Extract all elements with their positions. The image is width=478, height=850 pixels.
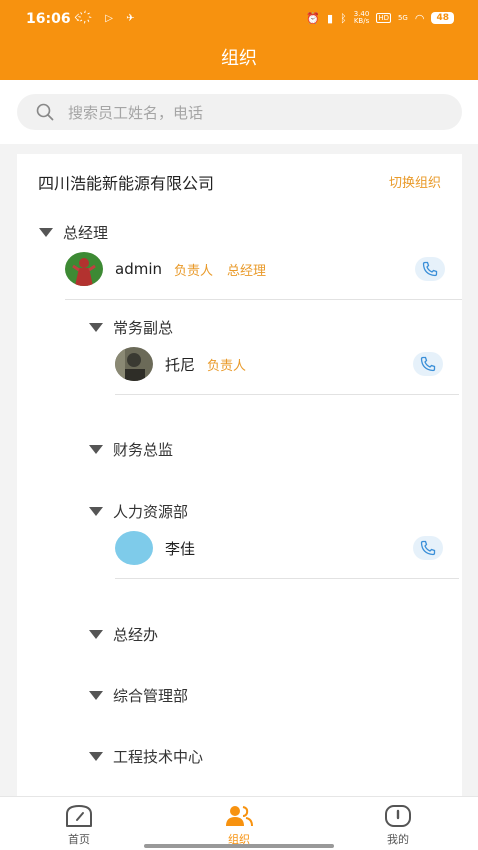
search-icon: [36, 103, 54, 125]
dept-label: 人力资源部: [113, 503, 189, 521]
profile-icon: [358, 803, 438, 829]
role-tag: 负责人: [207, 358, 247, 374]
member-row[interactable]: admin 负责人 总经理: [65, 252, 280, 286]
expand-triangle-icon: [89, 323, 103, 332]
divider: [115, 394, 459, 395]
expand-triangle-icon: [89, 630, 103, 639]
phone-icon[interactable]: [413, 352, 443, 376]
tab-bar: 首页 组织 我的: [0, 796, 478, 850]
bluetooth-icon: ᛒ: [340, 11, 347, 25]
company-name: 四川浩能新能源有限公司: [38, 174, 215, 193]
tab-profile[interactable]: 我的: [358, 803, 438, 847]
phone-icon[interactable]: [415, 257, 445, 281]
expand-triangle-icon: [89, 691, 103, 700]
divider: [65, 299, 462, 300]
network-speed: 3.40 KB/s: [353, 10, 370, 25]
status-bar: 16:06 ☇ ҉ ▷ ✈ ⏰ ▮ ᛒ 3.40 KB/s HD 5G ◠ 48: [0, 0, 478, 40]
avatar: [65, 252, 103, 286]
search-section: 搜索员工姓名，电话: [0, 80, 478, 144]
signal-icon: 5G: [397, 13, 408, 22]
page-title: 组织: [221, 48, 257, 69]
role-tag: 负责人: [174, 263, 214, 279]
phone-icon[interactable]: [413, 536, 443, 560]
status-time: 16:06: [26, 11, 71, 27]
dept-engineering[interactable]: 工程技术中心: [89, 746, 203, 767]
member-row[interactable]: 李佳: [115, 531, 207, 565]
tab-label: 我的: [387, 833, 409, 846]
dept-finance-director[interactable]: 财务总监: [89, 439, 173, 460]
member-name: 李佳: [165, 539, 196, 558]
dept-label: 总经理: [63, 224, 109, 242]
battery-icon: 48: [431, 12, 454, 24]
tab-label: 首页: [68, 833, 90, 846]
dept-admin[interactable]: 综合管理部: [89, 685, 188, 706]
alarm-icon: ⏰: [306, 11, 321, 25]
org-card: 四川浩能新能源有限公司 切换组织 总经理 admin 负责人 总经理 常务副总 …: [17, 154, 462, 804]
member-name: 托尼: [165, 355, 196, 374]
status-notification-icons: ☇ ҉ ▷ ✈: [74, 13, 140, 24]
wifi-icon: ◠: [414, 11, 425, 25]
search-placeholder: 搜索员工姓名，电话: [68, 104, 204, 122]
vibrate-icon: ▮: [327, 11, 334, 25]
dept-label: 工程技术中心: [113, 748, 204, 766]
dept-gm-office[interactable]: 总经办: [89, 624, 158, 645]
search-input[interactable]: 搜索员工姓名，电话: [17, 94, 462, 130]
expand-triangle-icon: [39, 228, 53, 237]
dept-label: 总经办: [113, 626, 159, 644]
divider: [115, 578, 459, 579]
role-tag: 总经理: [227, 263, 267, 279]
status-right-icons: ⏰ ▮ ᛒ 3.40 KB/s HD 5G ◠ 48: [306, 11, 454, 25]
switch-org-button[interactable]: 切换组织: [389, 172, 441, 191]
dept-hr[interactable]: 人力资源部: [89, 501, 188, 522]
tab-org[interactable]: 组织: [199, 803, 279, 847]
nav-bar: 组织: [0, 40, 478, 80]
hd-badge: HD: [376, 13, 391, 23]
expand-triangle-icon: [89, 507, 103, 516]
expand-triangle-icon: [89, 445, 103, 454]
dept-label: 综合管理部: [113, 687, 189, 705]
dept-general-manager[interactable]: 总经理: [39, 222, 108, 243]
expand-triangle-icon: [89, 752, 103, 761]
tab-home[interactable]: 首页: [39, 803, 119, 847]
dept-executive-vp[interactable]: 常务副总: [89, 317, 173, 338]
avatar: [115, 531, 153, 565]
member-row[interactable]: 托尼 负责人: [115, 347, 260, 381]
dept-label: 财务总监: [113, 441, 174, 459]
home-indicator: [144, 844, 334, 848]
people-icon: [199, 803, 279, 829]
home-dial-icon: [39, 803, 119, 829]
dept-label: 常务副总: [113, 319, 174, 337]
avatar: [115, 347, 153, 381]
member-name: admin: [115, 260, 162, 278]
